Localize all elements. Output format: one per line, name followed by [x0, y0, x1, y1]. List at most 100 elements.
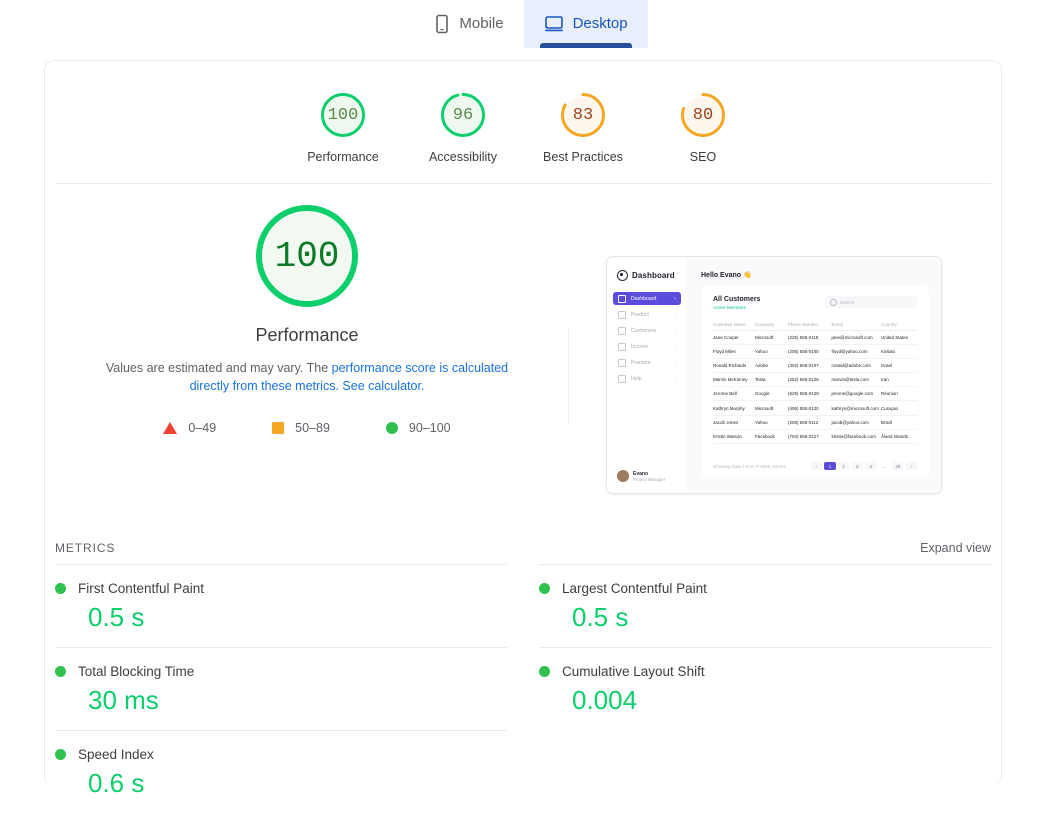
expand-view-button[interactable]: Expand view [920, 541, 991, 555]
gauge-ring-seo: 80 [679, 91, 727, 139]
thumbnail-user: Evano Project Manager [617, 470, 665, 482]
gauge-ring-performance: 100 [319, 91, 367, 139]
thumbnail-col-header: Customer Name [713, 321, 746, 327]
thumbnail-user-role: Project Manager [633, 476, 666, 482]
metric-largest-contentful-paint[interactable]: Largest Contentful Paint 0.5 s [539, 564, 991, 647]
tab-active-indicator [539, 43, 632, 48]
people-icon [618, 326, 626, 335]
page-1: 1 [824, 462, 836, 470]
legend-item-fail: 0–49 [163, 421, 216, 435]
thumbnail-greeting: Hello Evano 👋 [701, 272, 752, 279]
performance-desc-text: Values are estimated and may vary. The [105, 361, 332, 375]
thumbnail-main: Hello Evano 👋 All Customers Active Membe… [687, 257, 941, 493]
triangle-icon [163, 422, 178, 434]
page-prev: ‹ [810, 462, 822, 470]
thumbnail-nav: Dashboard › Product › Customers › Income › P… [607, 292, 687, 385]
chevron-right-icon: › [674, 295, 676, 302]
metric-label: Speed Index [78, 747, 154, 762]
thumbnail-search-placeholder: Search [840, 299, 855, 305]
category-score-performance[interactable]: 100 Performance [283, 61, 403, 164]
metric-value: 0.5 s [88, 602, 145, 632]
thumbnail-table-header: Customer Name Company Phone Number Email… [713, 318, 917, 331]
chevron-right-icon: › [674, 375, 676, 382]
thumbnail-table: Customer Name Company Phone Number Email… [713, 318, 917, 444]
metric-first-contentful-paint[interactable]: First Contentful Paint 0.5 s [55, 564, 507, 647]
see-calculator-link[interactable]: See calculator. [342, 379, 424, 393]
thumbnail-nav-label: Dashboard [631, 295, 657, 302]
metrics-header: METRICS Expand view [55, 541, 991, 555]
gauge-value-performance: 100 [327, 105, 359, 125]
legend-range-average: 50–89 [295, 421, 330, 435]
gauge-label-accessibility: Accessibility [428, 150, 498, 164]
metric-cumulative-layout-shift[interactable]: Cumulative Layout Shift 0.004 [539, 647, 991, 730]
avatar [617, 470, 629, 482]
thumbnail-nav-label: Product [631, 311, 649, 318]
page-2: 2 [837, 462, 850, 470]
metric-value: 30 ms [88, 685, 159, 715]
desktop-icon [544, 15, 564, 33]
thumbnail-table-row: Marvin McKinney Tesla (252) 555-0126 marvin… [713, 373, 917, 388]
page-3: 3 [851, 462, 863, 470]
dashboard-logo-icon [617, 270, 628, 281]
tab-desktop-label: Desktop [572, 15, 628, 32]
box-icon [618, 310, 626, 319]
thumbnail-col-header: Email [831, 321, 843, 327]
vertical-divider [568, 329, 570, 424]
grid-icon [618, 294, 626, 303]
report-card: 100 Performance 96 Accessibility 83 Best… [44, 60, 1002, 798]
thumbnail-nav-label: Help [631, 375, 642, 382]
metrics-column-left: First Contentful Paint 0.5 s Total Block… [55, 564, 523, 813]
page-40: 40 [892, 462, 904, 470]
square-icon [272, 422, 285, 434]
thumbnail-table-row: Kristin Watson Facebook (704) 555-0127 kris… [713, 430, 917, 444]
gauge-label-best-practices: Best Practices [543, 150, 623, 164]
thumbnail-nav-item-dashboard: Dashboard › [613, 292, 681, 305]
gauge-ring-accessibility: 96 [439, 91, 487, 139]
metric-value: 0.004 [572, 685, 638, 715]
metric-speed-index[interactable]: Speed Index 0.6 s [55, 730, 507, 813]
metric-total-blocking-time[interactable]: Total Blocking Time 30 ms [55, 647, 507, 730]
thumbnail-table-row: Floyd Miles Yahoo (205) 555-0100 floyd@yaho… [713, 345, 917, 360]
status-badge [55, 666, 66, 677]
category-scores: 100 Performance 96 Accessibility 83 Best… [45, 61, 1001, 182]
metric-label: Largest Contentful Paint [562, 581, 707, 596]
status-badge [55, 749, 66, 760]
thumbnail-panel-title: All Customers [713, 296, 761, 303]
tab-mobile-label: Mobile [459, 15, 504, 32]
thumbnail-col-header: Country [881, 321, 897, 327]
thumbnail-table-footer: Showing data 1 to 8 of 256K entries ‹ 1 … [713, 462, 917, 470]
performance-description: Values are estimated and may vary. The p… [97, 359, 517, 395]
chevron-right-icon: › [674, 311, 676, 318]
thumbnail-pagination: ‹ 1 2 3 4 … 40 › [810, 462, 917, 470]
gauge-label-performance: Performance [307, 150, 379, 164]
tab-mobile[interactable]: Mobile [414, 0, 523, 48]
thumbnail-nav-item-promote: Promote › [613, 356, 681, 369]
performance-gauge: 100 [252, 201, 362, 311]
thumbnail-nav-label: Promote [631, 359, 651, 366]
thumbnail-nav-item-help: Help › [613, 372, 681, 385]
category-score-accessibility[interactable]: 96 Accessibility [403, 61, 523, 164]
section-divider [55, 183, 991, 184]
metric-value: 0.6 s [88, 768, 145, 798]
thumbnail-brand-label: Dashboard [632, 271, 675, 280]
gauge-value-accessibility: 96 [452, 105, 474, 125]
category-score-best-practices[interactable]: 83 Best Practices [523, 61, 643, 164]
thumbnail-nav-item-customers: Customers › [613, 324, 681, 337]
tab-desktop[interactable]: Desktop [523, 0, 648, 48]
search-icon [830, 298, 837, 306]
thumbnail-table-row: Jane Cooper Microsoft (225) 555-0118 jane@m… [713, 331, 917, 346]
metric-value: 0.5 s [572, 602, 629, 632]
thumbnail-nav-label: Customers [631, 327, 657, 334]
legend-range-pass: 90–100 [408, 421, 451, 435]
legend-range-fail: 0–49 [188, 421, 217, 435]
thumbnail-sidebar: Dashboard Dashboard › Product › Customers ›… [607, 257, 688, 493]
metrics-section-label: METRICS [55, 541, 116, 555]
wallet-icon [618, 342, 626, 351]
gauge-ring-best-practices: 83 [559, 91, 607, 139]
megaphone-icon [618, 358, 626, 367]
category-score-seo[interactable]: 80 SEO [643, 61, 763, 164]
metrics-grid: First Contentful Paint 0.5 s Total Block… [55, 564, 991, 813]
thumbnail-brand: Dashboard [607, 257, 687, 281]
page-ellipsis: … [882, 463, 887, 469]
legend-item-pass: 90–100 [385, 421, 451, 435]
